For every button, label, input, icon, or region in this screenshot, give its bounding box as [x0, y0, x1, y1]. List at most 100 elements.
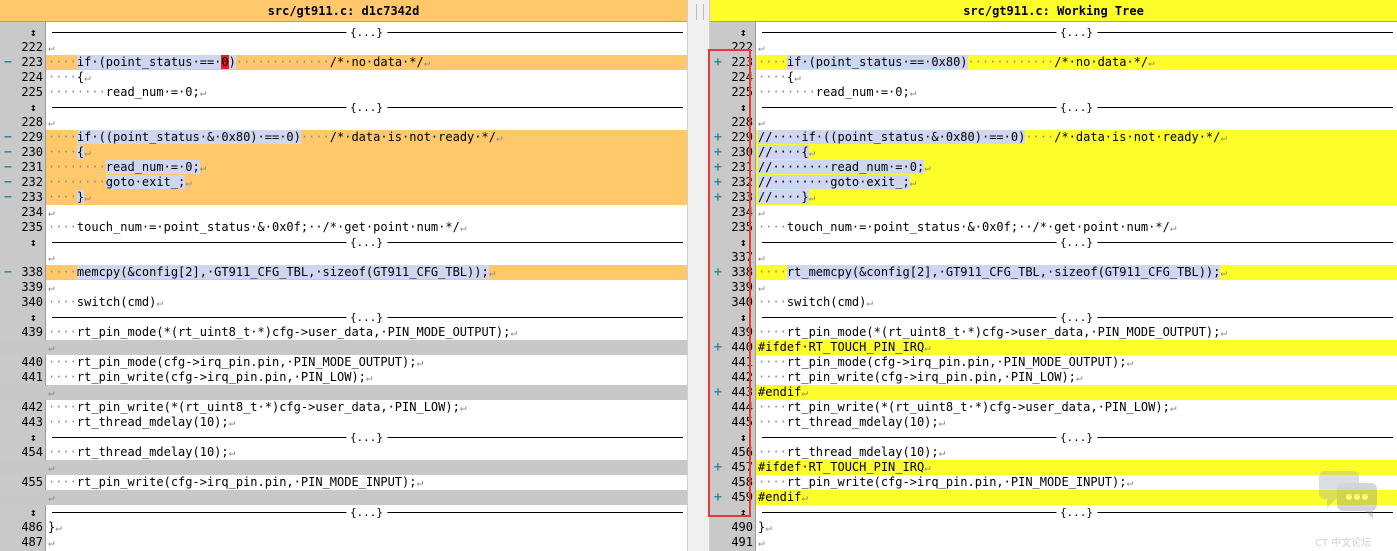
fold-arrows-icon[interactable]: ↕	[30, 100, 37, 115]
code-text[interactable]: ↵	[46, 205, 687, 220]
fold-arrows-icon[interactable]: ↕	[740, 235, 747, 250]
collapsed-section-label[interactable]: {...}	[345, 100, 388, 115]
code-text[interactable]: ····rt_pin_write(cfg->irq_pin.pin,·PIN_L…	[756, 370, 1397, 385]
code-text[interactable]: ····touch_num·=·point_status·&·0x0f;··/*…	[46, 220, 687, 235]
code-text[interactable]: ↵	[46, 115, 687, 130]
code-text[interactable]: ↵	[46, 250, 687, 265]
code-text[interactable]: ····rt_pin_write(cfg->irq_pin.pin,·PIN_M…	[46, 475, 687, 490]
code-text[interactable]: ····rt_pin_mode(cfg->irq_pin.pin,·PIN_MO…	[46, 355, 687, 370]
code-text[interactable]: ····touch_num·=·point_status·&·0x0f;··/*…	[756, 220, 1397, 235]
code-text[interactable]: ····rt_pin_write(*(rt_uint8_t·*)cfg->use…	[46, 400, 687, 415]
code-text[interactable]: #endif↵	[756, 490, 1397, 505]
collapsed-section[interactable]: {...}	[756, 310, 1397, 325]
code-text[interactable]: ↵	[756, 280, 1397, 295]
collapsed-section-label[interactable]: {...}	[345, 505, 388, 520]
code-text[interactable]: ····if·((point_status·&·0x80)·==·0)····/…	[46, 130, 687, 145]
fold-arrows-icon[interactable]: ↕	[740, 25, 747, 40]
fold-arrows-icon[interactable]: ↕	[30, 25, 37, 40]
fold-arrows-icon[interactable]: ↕	[30, 505, 37, 520]
code-text[interactable]: #ifdef·RT_TOUCH_PIN_IRQ↵	[756, 340, 1397, 355]
code-text[interactable]: ····rt_memcpy(&config[2],·GT911_CFG_TBL,…	[756, 265, 1397, 280]
collapsed-section-label[interactable]: {...}	[345, 310, 388, 325]
code-text[interactable]: ····if·(point_status·==·0)·············/…	[46, 55, 687, 70]
code-text[interactable]: ····rt_pin_mode(cfg->irq_pin.pin,·PIN_MO…	[756, 355, 1397, 370]
code-text[interactable]: ↵	[756, 205, 1397, 220]
code-text[interactable]: ····memcpy(&config[2],·GT911_CFG_TBL,·si…	[46, 265, 687, 280]
line-number: 440	[731, 340, 753, 354]
collapsed-section[interactable]: {...}	[756, 505, 1397, 520]
code-text[interactable]: ↵	[46, 40, 687, 55]
code-text[interactable]: ····rt_thread_mdelay(10);↵	[46, 445, 687, 460]
collapsed-section-label[interactable]: {...}	[1055, 25, 1098, 40]
code-text[interactable]: ↵	[46, 535, 687, 550]
code-text[interactable]: ····rt_pin_write(*(rt_uint8_t·*)cfg->use…	[756, 400, 1397, 415]
right-diff-pane[interactable]: src/gt911.c: Working Tree ↕ {...} 222 ↵ +223…	[710, 0, 1397, 551]
code-text[interactable]: ····rt_thread_mdelay(10);↵	[46, 415, 687, 430]
code-text[interactable]: #endif↵	[756, 385, 1397, 400]
code-text[interactable]: ····rt_thread_mdelay(10);↵	[756, 445, 1397, 460]
code-text[interactable]: ····rt_pin_write(cfg->irq_pin.pin,·PIN_L…	[46, 370, 687, 385]
code-text[interactable]: #ifdef·RT_TOUCH_PIN_IRQ↵	[756, 460, 1397, 475]
collapsed-section[interactable]: {...}	[756, 430, 1397, 445]
code-text[interactable]: ····switch(cmd)↵	[46, 295, 687, 310]
collapsed-section-label[interactable]: {...}	[1055, 430, 1098, 445]
code-text[interactable]: ········read_num·=·0;↵	[46, 160, 687, 175]
fold-arrows-icon[interactable]: ↕	[30, 430, 37, 445]
code-text[interactable]: ↵	[46, 460, 687, 475]
splitter-grip-icon[interactable]	[696, 4, 704, 20]
collapsed-section[interactable]: {...}	[46, 505, 687, 520]
code-text[interactable]: ↵	[756, 115, 1397, 130]
fold-arrows-icon[interactable]: ↕	[740, 100, 747, 115]
code-text[interactable]: ↵	[756, 535, 1397, 550]
code-text[interactable]: ↵	[756, 250, 1397, 265]
collapsed-section-label[interactable]: {...}	[345, 25, 388, 40]
pane-splitter[interactable]	[687, 0, 710, 551]
code-text[interactable]: //····if·((point_status·&·0x80)·==·0)···…	[756, 130, 1397, 145]
code-text[interactable]: ↵	[46, 490, 687, 505]
collapsed-section[interactable]: {...}	[46, 235, 687, 250]
collapsed-section-label[interactable]: {...}	[1055, 235, 1098, 250]
left-diff-pane[interactable]: src/gt911.c: d1c7342d ↕ {...} 222 ↵ −223 ····…	[0, 0, 687, 551]
code-text[interactable]: ········read_num·=·0;↵	[756, 85, 1397, 100]
fold-arrows-icon[interactable]: ↕	[740, 505, 747, 520]
code-text[interactable]: ····rt_thread_mdelay(10);↵	[756, 415, 1397, 430]
code-text[interactable]: ····switch(cmd)↵	[756, 295, 1397, 310]
collapsed-section[interactable]: {...}	[46, 310, 687, 325]
collapsed-section[interactable]: {...}	[46, 100, 687, 115]
collapsed-section-label[interactable]: {...}	[1055, 310, 1098, 325]
fold-arrows-icon[interactable]: ↕	[30, 310, 37, 325]
code-text[interactable]: //····{↵	[756, 145, 1397, 160]
code-text[interactable]: ↵	[756, 40, 1397, 55]
collapsed-section[interactable]: {...}	[756, 235, 1397, 250]
code-text[interactable]: ····if·(point_status·==·0x80)···········…	[756, 55, 1397, 70]
collapsed-section-label[interactable]: {...}	[1055, 505, 1098, 520]
collapsed-section[interactable]: {...}	[756, 25, 1397, 40]
code-text[interactable]: ········goto·exit_;↵	[46, 175, 687, 190]
fold-arrows-icon[interactable]: ↕	[740, 310, 747, 325]
code-text[interactable]: ····}↵	[46, 190, 687, 205]
fold-arrows-icon[interactable]: ↕	[30, 235, 37, 250]
code-text[interactable]: }↵	[46, 520, 687, 535]
code-text[interactable]: ····rt_pin_write(cfg->irq_pin.pin,·PIN_M…	[756, 475, 1397, 490]
code-text[interactable]: ····{↵	[46, 70, 687, 85]
code-text[interactable]: //········read_num·=·0;↵	[756, 160, 1397, 175]
code-text[interactable]: ↵	[46, 340, 687, 355]
code-text[interactable]: ········read_num·=·0;↵	[46, 85, 687, 100]
code-text[interactable]: ····rt_pin_mode(*(rt_uint8_t·*)cfg->user…	[46, 325, 687, 340]
code-text[interactable]: ↵	[46, 385, 687, 400]
plus-marker-icon: +	[714, 55, 722, 70]
collapsed-section[interactable]: {...}	[46, 430, 687, 445]
collapsed-section-label[interactable]: {...}	[345, 430, 388, 445]
code-text[interactable]: ····{↵	[46, 145, 687, 160]
collapsed-section-label[interactable]: {...}	[1055, 100, 1098, 115]
code-text[interactable]: ····{↵	[756, 70, 1397, 85]
code-text[interactable]: //····}↵	[756, 190, 1397, 205]
code-text[interactable]: }↵	[756, 520, 1397, 535]
collapsed-section[interactable]: {...}	[46, 25, 687, 40]
fold-arrows-icon[interactable]: ↕	[740, 430, 747, 445]
collapsed-section[interactable]: {...}	[756, 100, 1397, 115]
code-text[interactable]: ····rt_pin_mode(*(rt_uint8_t·*)cfg->user…	[756, 325, 1397, 340]
code-text[interactable]: //········goto·exit_;↵	[756, 175, 1397, 190]
code-text[interactable]: ↵	[46, 280, 687, 295]
collapsed-section-label[interactable]: {...}	[345, 235, 388, 250]
